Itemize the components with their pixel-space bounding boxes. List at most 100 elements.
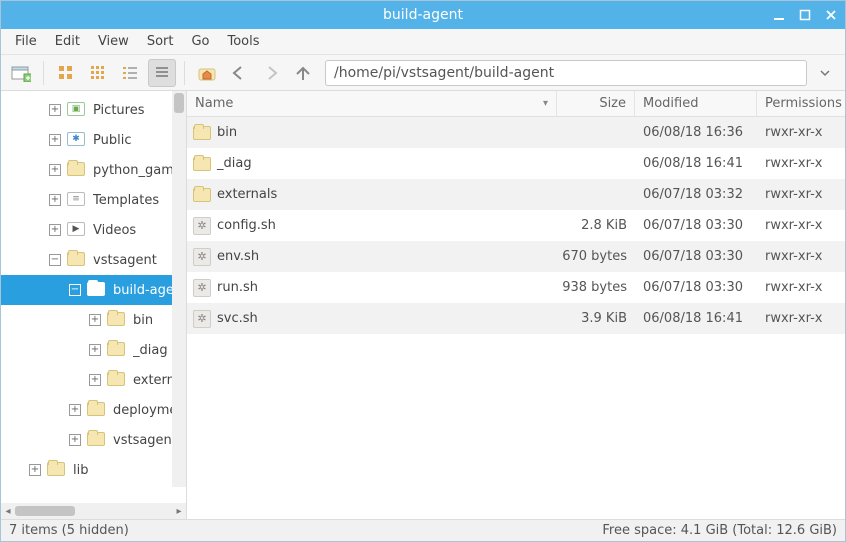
column-header-name[interactable]: Name ▾	[187, 91, 557, 116]
expander-icon[interactable]: +	[29, 464, 41, 476]
tree-item[interactable]: +▣Pictures	[1, 95, 186, 125]
file-size: 2.8 KiB	[557, 218, 635, 233]
file-row[interactable]: _diag06/08/18 16:41rwxr-xr-x	[187, 148, 845, 179]
view-list-button[interactable]	[116, 59, 144, 87]
file-icon: ✲	[187, 310, 217, 328]
view-details-button[interactable]	[148, 59, 176, 87]
scroll-right-icon[interactable]: ▸	[172, 504, 186, 518]
menu-edit[interactable]: Edit	[47, 30, 88, 53]
minimize-icon[interactable]	[771, 7, 787, 23]
folder-icon	[67, 252, 87, 268]
expander-icon[interactable]: +	[89, 374, 101, 386]
column-header-size[interactable]: Size	[557, 91, 635, 116]
tree-item[interactable]: + _diag	[1, 335, 186, 365]
file-permissions: rwxr-xr-x	[757, 125, 845, 140]
file-name: run.sh	[217, 280, 557, 295]
maximize-icon[interactable]	[797, 7, 813, 23]
sort-indicator-icon: ▾	[543, 98, 548, 109]
folder-icon: ≡	[67, 192, 87, 208]
gear-icon: ✲	[193, 310, 211, 328]
tree-item-label: vstsagent	[113, 433, 172, 448]
tree-item[interactable]: +✱Public	[1, 125, 186, 155]
folder-icon	[67, 162, 87, 178]
up-button[interactable]	[289, 59, 317, 87]
file-modified: 06/07/18 03:32	[635, 187, 757, 202]
file-row[interactable]: ✲env.sh670 bytes06/07/18 03:30rwxr-xr-x	[187, 241, 845, 272]
tree-item-label: _diag	[133, 343, 168, 358]
tree-item[interactable]: +≡Templates	[1, 185, 186, 215]
path-input[interactable]: /home/pi/vstsagent/build-agent	[325, 60, 807, 86]
tree-item[interactable]: − build-agent	[1, 275, 186, 305]
tree-item[interactable]: + deployment	[1, 395, 186, 425]
separator	[184, 61, 185, 85]
tree-item-label: deployment	[113, 403, 172, 418]
statusbar: 7 items (5 hidden) Free space: 4.1 GiB (…	[1, 519, 845, 541]
tree-item[interactable]: +python_games	[1, 155, 186, 185]
view-icons-button[interactable]	[52, 59, 80, 87]
tree-scrollbar-horizontal[interactable]: ◂ ▸	[1, 503, 186, 519]
folder-icon	[107, 372, 127, 388]
content-area: +▣Pictures+✱Public+python_games+≡Templat…	[1, 91, 845, 519]
file-icon	[187, 157, 217, 171]
column-header-permissions[interactable]: Permissions	[757, 91, 845, 116]
file-row[interactable]: ✲config.sh2.8 KiB06/07/18 03:30rwxr-xr-x	[187, 210, 845, 241]
close-icon[interactable]	[823, 7, 839, 23]
tree-item[interactable]: +bin	[1, 305, 186, 335]
menu-file[interactable]: File	[7, 30, 45, 53]
new-tab-button[interactable]	[7, 59, 35, 87]
path-dropdown-button[interactable]	[811, 59, 839, 87]
gear-icon: ✲	[193, 279, 211, 297]
expander-icon[interactable]: +	[69, 404, 81, 416]
view-small-icons-button[interactable]	[84, 59, 112, 87]
tree-item-label: build-agent	[113, 283, 172, 298]
expander-icon[interactable]: +	[49, 134, 61, 146]
folder-icon: ▣	[67, 102, 87, 118]
expander-icon[interactable]: −	[69, 284, 81, 296]
expander-icon[interactable]: +	[89, 344, 101, 356]
tree-item[interactable]: +▶Videos	[1, 215, 186, 245]
expander-icon[interactable]: +	[89, 314, 101, 326]
menu-go[interactable]: Go	[183, 30, 217, 53]
scroll-left-icon[interactable]: ◂	[1, 504, 15, 518]
file-manager-window: build-agent File Edit View Sort Go Tools…	[0, 0, 846, 542]
menu-tools[interactable]: Tools	[220, 30, 268, 53]
file-rows[interactable]: bin06/08/18 16:36rwxr-xr-x_diag06/08/18 …	[187, 117, 845, 519]
tree-item[interactable]: + vstsagent	[1, 425, 186, 455]
folder-icon: ▶	[67, 222, 87, 238]
file-row[interactable]: bin06/08/18 16:36rwxr-xr-x	[187, 117, 845, 148]
file-row[interactable]: ✲run.sh938 bytes06/07/18 03:30rwxr-xr-x	[187, 272, 845, 303]
expander-icon[interactable]: +	[49, 164, 61, 176]
tree-scrollbar-vertical[interactable]	[172, 91, 186, 487]
tree-item[interactable]: − vstsagent	[1, 245, 186, 275]
file-icon: ✲	[187, 248, 217, 266]
file-size: 670 bytes	[557, 249, 635, 264]
expander-icon[interactable]: −	[49, 254, 61, 266]
column-label: Size	[599, 96, 626, 111]
expander-icon[interactable]: +	[49, 224, 61, 236]
forward-button[interactable]	[257, 59, 285, 87]
tree-item-label: vstsagent	[93, 253, 157, 268]
expander-icon[interactable]: +	[49, 104, 61, 116]
file-name: _diag	[217, 156, 557, 171]
expander-icon[interactable]: +	[69, 434, 81, 446]
file-row[interactable]: ✲svc.sh3.9 KiB06/08/18 16:41rwxr-xr-x	[187, 303, 845, 334]
column-header-modified[interactable]: Modified	[635, 91, 757, 116]
file-modified: 06/07/18 03:30	[635, 218, 757, 233]
tree-item[interactable]: +lib	[1, 455, 186, 485]
scrollbar-thumb[interactable]	[15, 506, 75, 516]
tree-item[interactable]: +externals	[1, 365, 186, 395]
expander-icon[interactable]: +	[49, 194, 61, 206]
home-button[interactable]	[193, 59, 221, 87]
menu-view[interactable]: View	[90, 30, 137, 53]
folder-tree[interactable]: +▣Pictures+✱Public+python_games+≡Templat…	[1, 91, 186, 503]
file-row[interactable]: externals06/07/18 03:32rwxr-xr-x	[187, 179, 845, 210]
file-icon: ✲	[187, 217, 217, 235]
file-permissions: rwxr-xr-x	[757, 249, 845, 264]
menu-sort[interactable]: Sort	[139, 30, 182, 53]
back-button[interactable]	[225, 59, 253, 87]
gear-icon: ✲	[193, 217, 211, 235]
folder-icon	[107, 342, 127, 358]
file-permissions: rwxr-xr-x	[757, 218, 845, 233]
scrollbar-thumb[interactable]	[174, 93, 184, 113]
gear-icon: ✲	[193, 248, 211, 266]
